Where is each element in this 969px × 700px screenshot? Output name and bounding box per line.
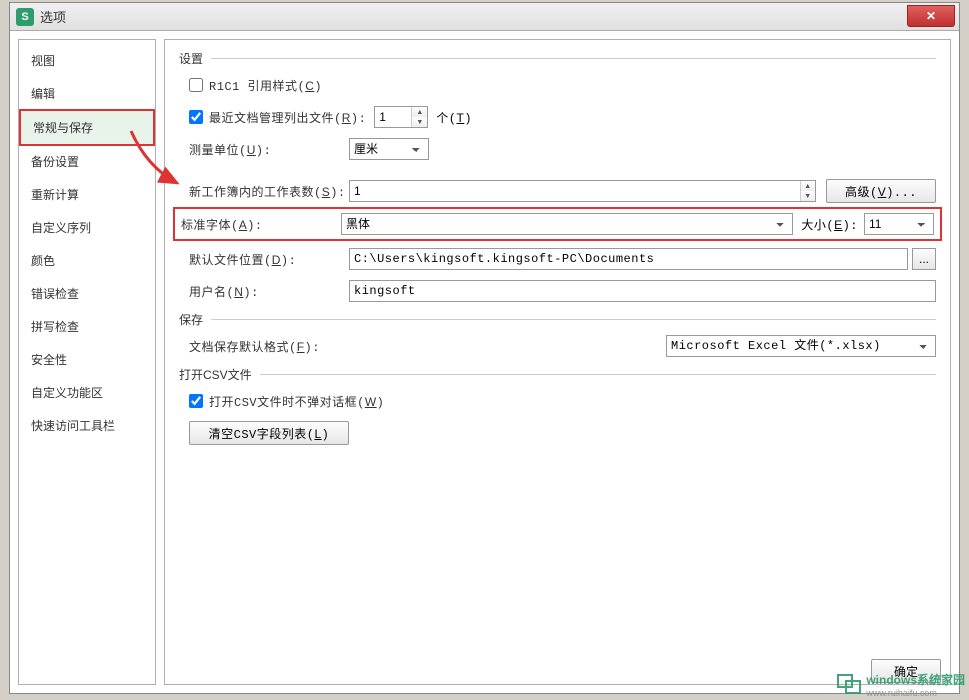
ellipsis-icon: ...: [919, 252, 929, 266]
username-input[interactable]: [349, 280, 936, 302]
spinner-down-icon[interactable]: ▼: [801, 191, 815, 201]
watermark: windows系统家园 www.ruihaifu.com: [836, 671, 965, 698]
sheets-label: 新工作簿内的工作表数(S):: [189, 183, 349, 200]
csv-nodialog-label: 打开CSV文件时不弹对话框(W): [209, 393, 384, 410]
font-combo[interactable]: 黑体: [341, 213, 793, 235]
watermark-line1: windows系统家园: [866, 671, 965, 688]
window-title: 选项: [40, 7, 66, 26]
username-label: 用户名(N):: [189, 283, 349, 300]
sidebar-item-custom-list[interactable]: 自定义序列: [19, 211, 155, 244]
sidebar-item-recalc[interactable]: 重新计算: [19, 178, 155, 211]
measure-unit-label: 测量单位(U):: [189, 141, 349, 158]
spinner-up-icon[interactable]: ▲: [412, 107, 427, 117]
app-icon: [16, 8, 34, 26]
titlebar: 选项 ✕: [10, 3, 959, 31]
recent-docs-spinner[interactable]: ▲▼: [374, 106, 428, 128]
content-panel: 设置 R1C1 引用样式(C) 最近文档管理列出文件(R): ▲▼ 个(T): [164, 39, 951, 685]
standard-font-row: 标准字体(A): 黑体 大小(E): 11: [173, 207, 942, 241]
sidebar-item-error-check[interactable]: 错误检查: [19, 277, 155, 310]
close-button[interactable]: ✕: [907, 5, 955, 27]
options-dialog: 选项 ✕ 视图 编辑 常规与保存 备份设置 重新计算 自定义序列 颜色 错误检查…: [9, 2, 960, 694]
sidebar-item-security[interactable]: 安全性: [19, 343, 155, 376]
watermark-line2: www.ruihaifu.com: [866, 688, 965, 698]
advanced-button[interactable]: 高级(V)...: [826, 179, 936, 203]
save-section-title: 保存: [179, 311, 203, 328]
sidebar-item-edit[interactable]: 编辑: [19, 77, 155, 110]
category-sidebar: 视图 编辑 常规与保存 备份设置 重新计算 自定义序列 颜色 错误检查 拼写检查…: [18, 39, 156, 685]
spinner-down-icon[interactable]: ▼: [412, 117, 427, 127]
csv-nodialog-checkbox[interactable]: [189, 394, 203, 408]
watermark-icon: [836, 673, 864, 697]
sheets-spinner[interactable]: ▲▼: [349, 180, 816, 202]
sidebar-item-spell-check[interactable]: 拼写检查: [19, 310, 155, 343]
recent-docs-unit: 个(T): [436, 109, 472, 126]
measure-unit-combo[interactable]: 厘米: [349, 138, 429, 160]
sidebar-item-general-save[interactable]: 常规与保存: [19, 109, 155, 146]
sidebar-item-quick-access[interactable]: 快速访问工具栏: [19, 409, 155, 442]
sidebar-item-view[interactable]: 视图: [19, 44, 155, 77]
sidebar-item-color[interactable]: 颜色: [19, 244, 155, 277]
default-path-label: 默认文件位置(D):: [189, 251, 349, 268]
size-label: 大小(E):: [801, 216, 858, 233]
default-path-input[interactable]: [349, 248, 908, 270]
recent-docs-checkbox[interactable]: [189, 110, 203, 124]
recent-docs-value[interactable]: [375, 107, 411, 127]
save-format-combo[interactable]: Microsoft Excel 文件(*.xlsx): [666, 335, 936, 357]
sidebar-item-custom-ribbon[interactable]: 自定义功能区: [19, 376, 155, 409]
sidebar-item-backup[interactable]: 备份设置: [19, 145, 155, 178]
font-label: 标准字体(A):: [181, 216, 341, 233]
clear-csv-button[interactable]: 清空CSV字段列表(L): [189, 421, 349, 445]
size-combo[interactable]: 11: [864, 213, 934, 235]
spinner-up-icon[interactable]: ▲: [801, 181, 815, 191]
settings-section-title: 设置: [179, 50, 203, 67]
csv-section-title: 打开CSV文件: [179, 366, 252, 383]
browse-button[interactable]: ...: [912, 248, 936, 270]
recent-docs-label: 最近文档管理列出文件(R):: [209, 109, 366, 126]
save-format-label: 文档保存默认格式(F):: [189, 338, 349, 355]
r1c1-checkbox[interactable]: [189, 78, 203, 92]
r1c1-label: R1C1 引用样式(C): [209, 77, 322, 94]
sheets-value[interactable]: [350, 181, 800, 201]
